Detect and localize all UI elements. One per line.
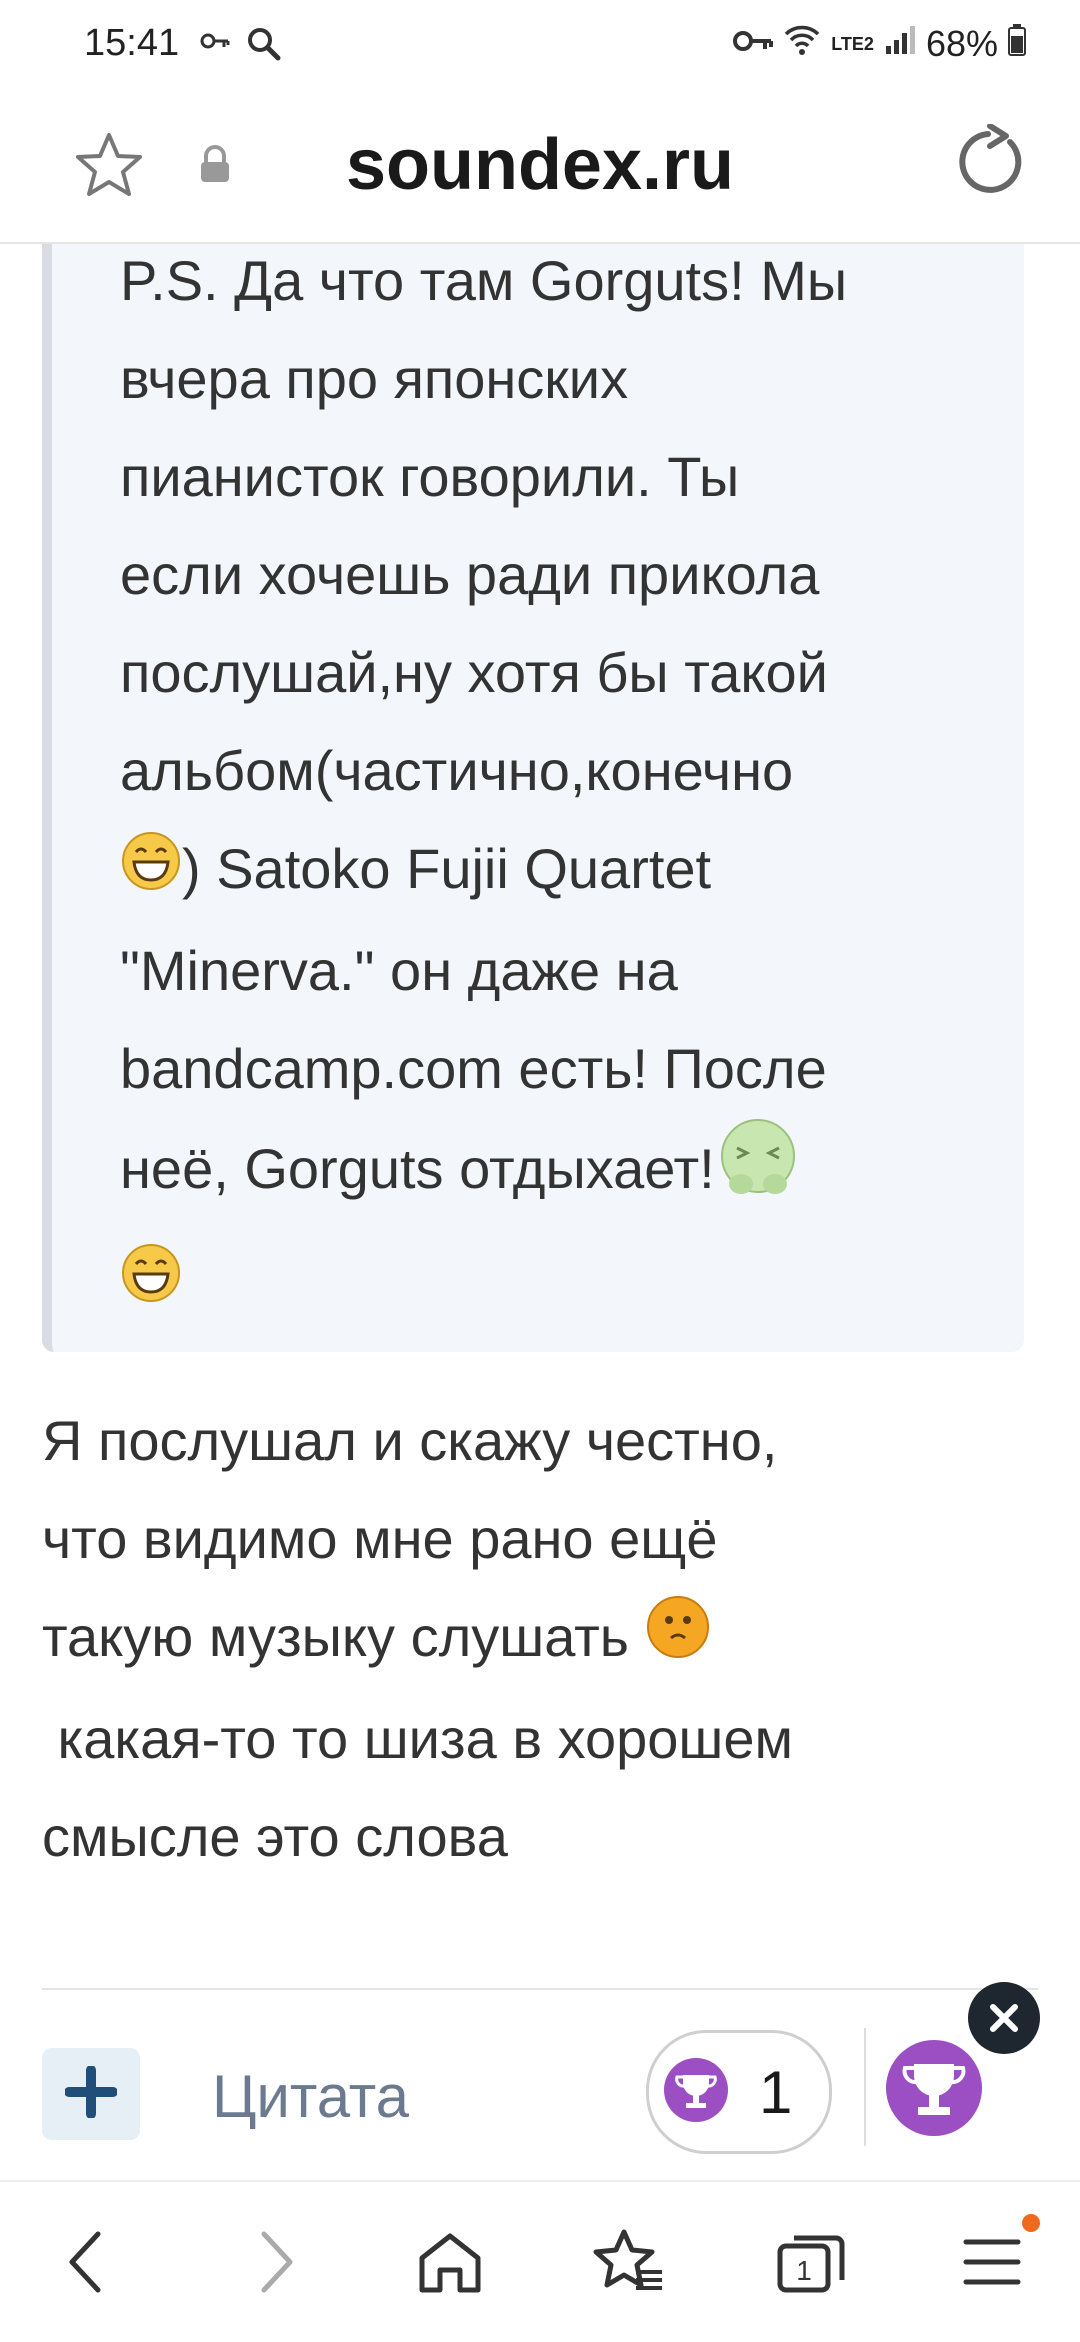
reply-line: какая-то то шиза в хорошем: [42, 1707, 793, 1771]
reply-line: смысле это слова: [42, 1805, 508, 1869]
bookmarks-icon[interactable]: [592, 2228, 666, 2301]
quote-line-with-emoji: ) Satoko Fujii Quartet: [120, 820, 980, 922]
search-status-icon: [244, 24, 284, 69]
network-label: LTE2: [831, 33, 874, 54]
address-bar: soundex.ru: [0, 88, 1080, 244]
trophy-icon: [663, 2057, 729, 2128]
shy-emoji-icon: [715, 1118, 801, 1228]
quote-line: послушай,ну хотя бы такой: [120, 641, 828, 704]
notification-dot: [1022, 2214, 1040, 2232]
quote-line: пианисток говорили. Ты: [120, 445, 740, 508]
grin-emoji-icon: [120, 824, 182, 922]
status-right-group: LTE2 68%: [733, 22, 1026, 65]
status-bar: 15:41 LTE2 68%: [0, 0, 1080, 88]
quote-line: "Minerva." он даже на: [120, 939, 678, 1003]
quote-text: P.S. Да что там Gorguts! Мы вчера про яп…: [120, 242, 980, 1334]
close-icon[interactable]: [968, 1982, 1040, 2054]
reply-line-with-emoji: такую музыку слушать: [42, 1588, 1022, 1690]
wifi-icon: [783, 22, 821, 65]
menu-icon[interactable]: [962, 2228, 1022, 2301]
reply-line: Я послушал и скажу честно,: [42, 1409, 778, 1472]
reputation-count: 1: [759, 2058, 793, 2126]
divider: [42, 1988, 1038, 1990]
page-content: P.S. Да что там Gorguts! Мы вчера про яп…: [0, 242, 1080, 2180]
grin-emoji-icon: [120, 1236, 182, 1334]
trophy-icon[interactable]: [884, 2038, 984, 2143]
reply-line: что видимо мне рано ещё: [42, 1507, 718, 1570]
reputation-button[interactable]: 1: [646, 2030, 832, 2154]
quote-line: bandcamp.com есть! После: [120, 1037, 827, 1101]
tabs-icon[interactable]: 1: [776, 2228, 846, 2301]
quote-button[interactable]: Цитата: [212, 2062, 409, 2131]
home-icon[interactable]: [416, 2228, 484, 2301]
forward-icon[interactable]: [246, 2228, 302, 2301]
key-icon: [733, 23, 774, 65]
hmm-emoji-icon: [645, 1592, 711, 1690]
status-time: 15:41: [84, 22, 180, 64]
quote-line: альбом(частично,конечно: [120, 739, 794, 802]
action-separator: [864, 2028, 866, 2146]
quote-line: если хочешь ради прикола: [120, 543, 820, 606]
vpn-key-icon: [200, 26, 230, 61]
browser-bottom-bar: 1: [0, 2180, 1080, 2342]
quote-emoji-line: [120, 1232, 980, 1334]
battery-percent: 68%: [925, 22, 998, 64]
quote-line-with-emoji: неё, Gorguts отдыхает!: [120, 1118, 980, 1228]
back-icon[interactable]: [60, 2228, 116, 2301]
reload-icon[interactable]: [950, 123, 1026, 205]
battery-icon: [1008, 23, 1026, 65]
quote-line: P.S. Да что там Gorguts! Мы: [120, 249, 848, 312]
signal-icon: [884, 23, 916, 65]
plus-icon: [64, 2064, 118, 2123]
quote-line: вчера про японских: [120, 347, 629, 410]
quote-block: P.S. Да что там Gorguts! Мы вчера про яп…: [42, 242, 1024, 1352]
add-button[interactable]: [42, 2048, 140, 2140]
svg-text:1: 1: [796, 2255, 812, 2286]
reply-text: Я послушал и скажу честно, что видимо мн…: [42, 1392, 1022, 1886]
url-domain[interactable]: soundex.ru: [0, 124, 1080, 206]
